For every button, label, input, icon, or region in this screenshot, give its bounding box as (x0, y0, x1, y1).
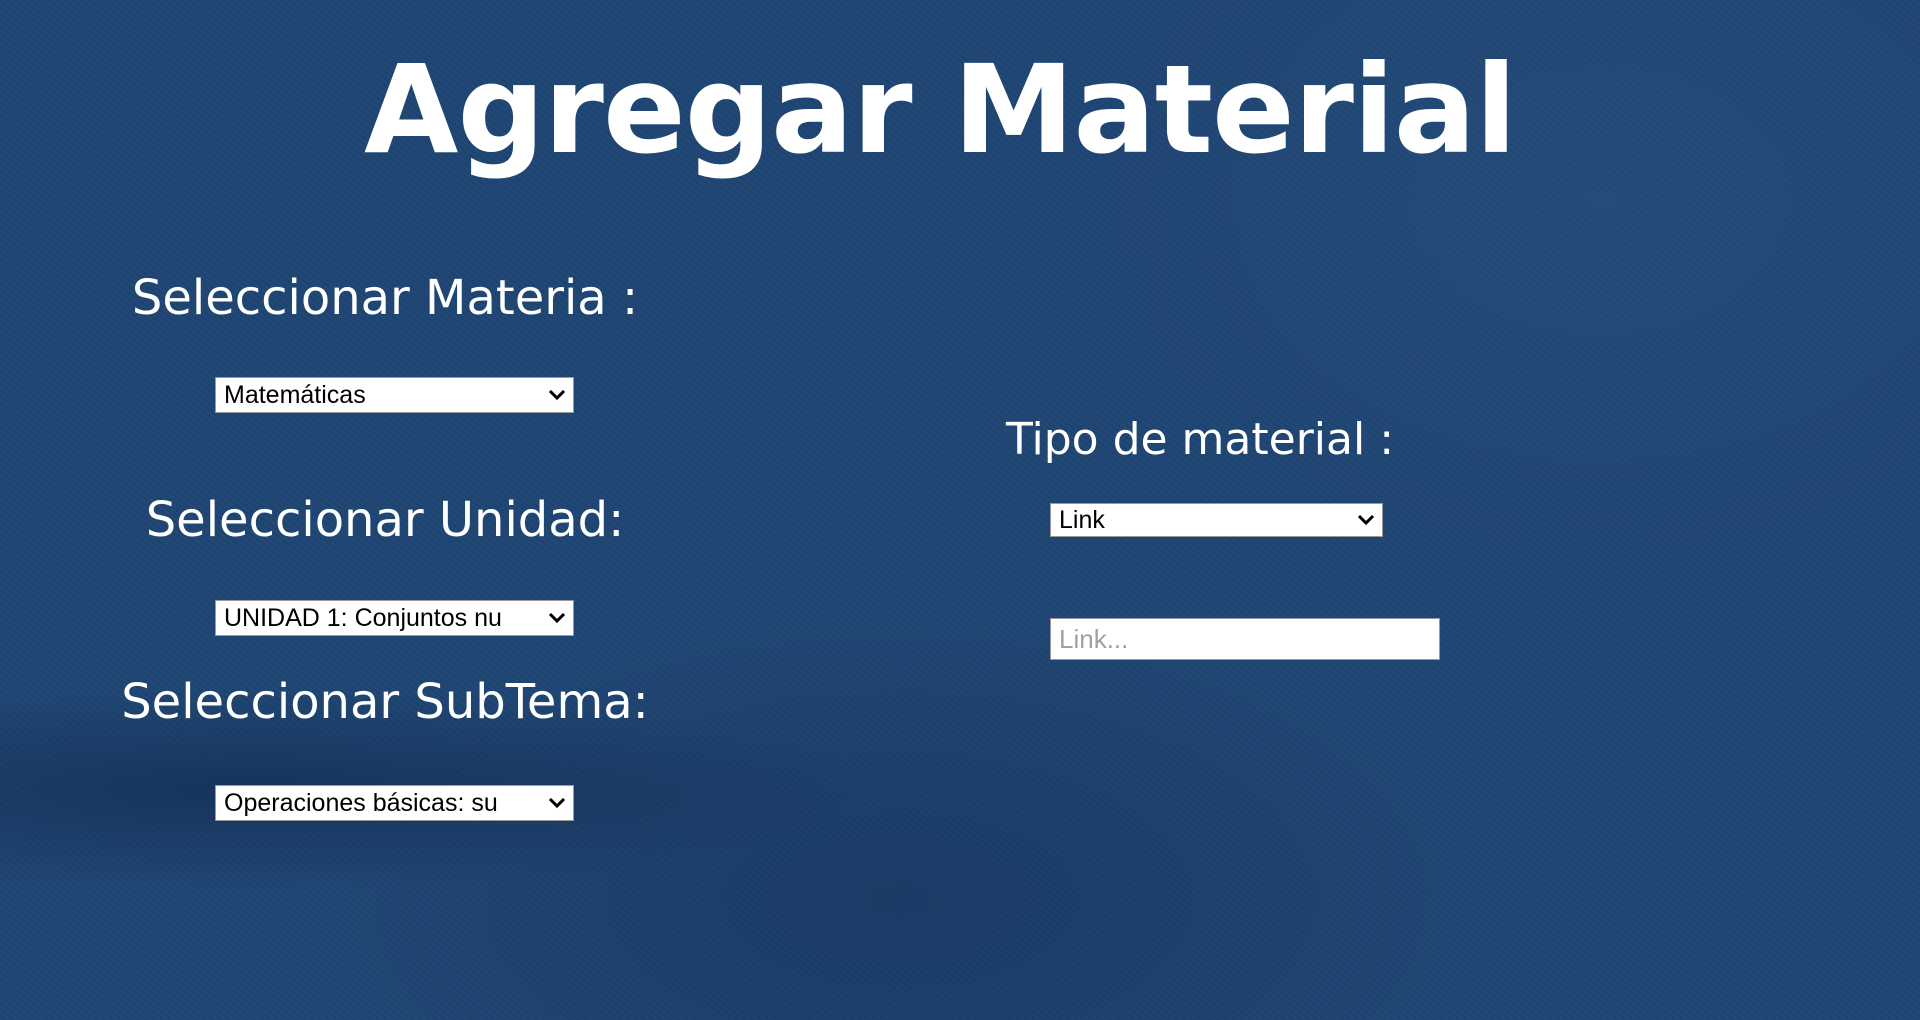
unidad-select-value: UNIDAD 1: Conjuntos nu (224, 603, 502, 632)
materia-select[interactable]: Matemáticas (215, 377, 574, 413)
link-input[interactable]: Link... (1050, 618, 1440, 660)
materia-label: Seleccionar Materia : (131, 270, 639, 326)
subtema-select-value: Operaciones básicas: su (224, 788, 498, 817)
chevron-down-icon (541, 786, 573, 820)
subtema-label: Seleccionar SubTema: (121, 674, 649, 730)
tipo-material-select-value: Link (1059, 505, 1105, 534)
subtema-select[interactable]: Operaciones básicas: su (215, 785, 574, 821)
chevron-down-icon (1350, 504, 1382, 536)
chevron-down-icon (541, 601, 573, 635)
unidad-label: Seleccionar Unidad: (145, 492, 625, 548)
unidad-select[interactable]: UNIDAD 1: Conjuntos nu (215, 600, 574, 636)
tipo-material-select[interactable]: Link (1050, 503, 1383, 537)
tipo-material-label: Tipo de material : (1005, 414, 1395, 465)
chevron-down-icon (541, 378, 573, 412)
link-input-placeholder: Link... (1059, 623, 1129, 654)
materia-select-value: Matemáticas (224, 380, 366, 409)
page-title: Agregar Material (364, 39, 1517, 181)
